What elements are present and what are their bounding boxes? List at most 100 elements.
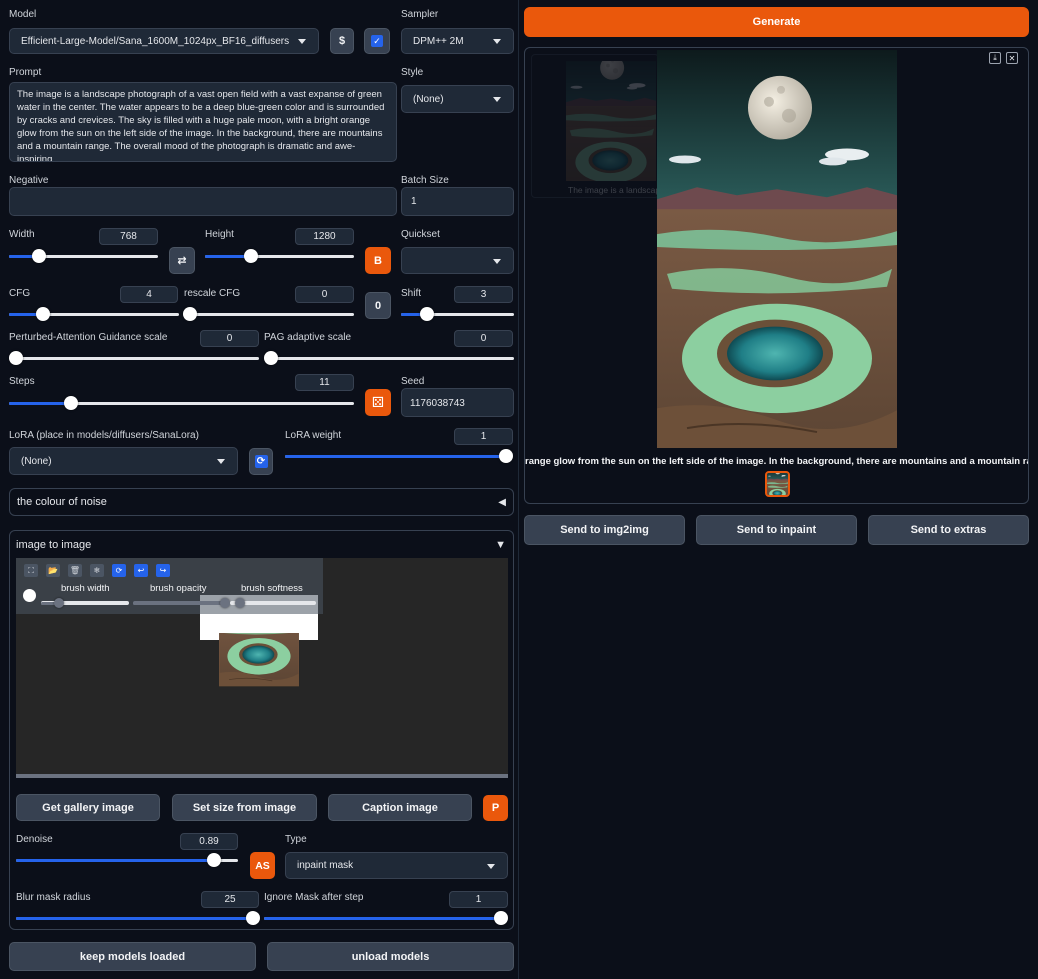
generated-image[interactable] xyxy=(657,50,897,448)
brush-color-swatch[interactable] xyxy=(23,589,36,602)
fullscreen-icon[interactable]: ⛶ xyxy=(24,564,38,577)
send-to-inpaint-button[interactable]: Send to inpaint xyxy=(696,515,857,545)
rescale-cfg-number[interactable]: 0 xyxy=(295,286,354,303)
sampler-label: Sampler xyxy=(401,9,439,20)
slider-thumb[interactable] xyxy=(31,249,46,263)
blur-mask-label: Blur mask radius xyxy=(16,892,91,903)
quickset-dropdown[interactable] xyxy=(401,247,514,274)
folder-icon[interactable]: 📂 xyxy=(46,564,60,577)
slider-thumb[interactable] xyxy=(494,911,508,925)
slider-thumb[interactable] xyxy=(499,449,513,463)
lora-weight-number[interactable]: 1 xyxy=(454,428,513,445)
ignore-mask-label: Ignore Mask after step xyxy=(264,892,364,903)
slider-thumb[interactable] xyxy=(9,351,23,365)
ignore-mask-slider[interactable] xyxy=(264,910,508,926)
checkbox-container[interactable]: ✓ xyxy=(364,28,390,54)
prompt-textarea[interactable] xyxy=(9,82,397,162)
shift-number[interactable]: 3 xyxy=(454,286,513,303)
lora-weight-label: LoRA weight xyxy=(285,430,342,441)
brush-opacity-slider[interactable] xyxy=(133,595,230,611)
collapse-arrow-icon[interactable]: ◀ xyxy=(498,497,506,508)
shift-slider[interactable] xyxy=(401,306,514,322)
slider-thumb[interactable] xyxy=(264,351,278,365)
denoise-number[interactable]: 0.89 xyxy=(180,833,238,850)
steps-label: Steps xyxy=(9,376,35,387)
expand-arrow-icon[interactable]: ▼ xyxy=(495,539,506,551)
download-icon[interactable]: ⤓ xyxy=(989,52,1001,64)
lora-weight-slider[interactable] xyxy=(285,448,513,464)
slider-thumb[interactable] xyxy=(235,598,245,608)
close-icon[interactable]: ✕ xyxy=(1006,52,1018,64)
trash-icon[interactable]: 🗑 xyxy=(68,564,82,577)
gallery-thumbnail-selected[interactable] xyxy=(765,471,790,497)
refresh-icon[interactable]: ⟳ xyxy=(112,564,126,577)
send-to-extras-button[interactable]: Send to extras xyxy=(868,515,1029,545)
prompt-label: Prompt xyxy=(9,67,42,78)
denoise-slider[interactable] xyxy=(16,852,238,868)
canvas-scrollbar[interactable] xyxy=(16,774,508,778)
caption-image-button[interactable]: Caption image xyxy=(328,794,472,821)
as-button[interactable]: AS xyxy=(250,852,275,879)
random-seed-button[interactable]: ⚄ xyxy=(365,389,391,416)
zero-button[interactable]: 0 xyxy=(365,292,391,319)
style-dropdown[interactable]: (None) xyxy=(401,85,514,113)
negative-textarea[interactable] xyxy=(9,187,397,216)
get-gallery-image-button[interactable]: Get gallery image xyxy=(16,794,160,821)
batch-size-input[interactable]: 1 xyxy=(401,187,514,216)
gallery-thumbnail-faded[interactable]: The image is a landscape xyxy=(531,54,659,198)
keep-models-loaded-button[interactable]: keep models loaded xyxy=(9,942,256,971)
slider-thumb[interactable] xyxy=(419,307,434,321)
undo-icon[interactable]: ↩ xyxy=(134,564,148,577)
swap-dimensions-button[interactable]: ⇄ xyxy=(169,247,195,274)
lora-dropdown[interactable]: (None) xyxy=(9,447,238,475)
slider-thumb[interactable] xyxy=(244,249,259,263)
slider-thumb[interactable] xyxy=(36,307,50,321)
lora-refresh-button[interactable]: ⟳ xyxy=(249,448,273,475)
slider-thumb[interactable] xyxy=(64,396,79,410)
slider-thumb[interactable] xyxy=(183,307,197,321)
steps-slider[interactable] xyxy=(9,395,354,411)
rescale-cfg-slider[interactable] xyxy=(183,306,354,322)
height-slider[interactable] xyxy=(205,248,354,264)
noise-accordion[interactable]: the colour of noise ◀ xyxy=(9,488,514,516)
blur-mask-slider[interactable] xyxy=(16,910,260,926)
slider-thumb[interactable] xyxy=(53,598,64,608)
pag-adaptive-number[interactable]: 0 xyxy=(454,330,513,347)
pag-adaptive-slider[interactable] xyxy=(264,350,514,366)
pag-scale-number[interactable]: 0 xyxy=(200,330,259,347)
slider-thumb[interactable] xyxy=(220,598,230,608)
blur-mask-number[interactable]: 25 xyxy=(201,891,259,908)
cfg-slider[interactable] xyxy=(9,306,179,322)
generate-button[interactable]: Generate xyxy=(524,7,1029,37)
seed-input[interactable]: 1176038743 xyxy=(401,388,514,417)
steps-number[interactable]: 11 xyxy=(295,374,354,391)
img2img-accordion-label[interactable]: image to image xyxy=(16,539,91,551)
model-dropdown[interactable]: Efficient-Large-Model/Sana_1600M_1024px_… xyxy=(9,28,319,54)
width-number[interactable]: 768 xyxy=(99,228,158,245)
sampler-dropdown[interactable]: DPM++ 2M xyxy=(401,28,514,54)
set-size-from-image-button[interactable]: Set size from image xyxy=(172,794,317,821)
p-button[interactable]: P xyxy=(483,795,508,821)
brush-width-slider[interactable] xyxy=(41,595,129,611)
ignore-mask-number[interactable]: 1 xyxy=(449,891,508,908)
brush-softness-slider[interactable] xyxy=(230,595,316,611)
check-icon[interactable]: ✓ xyxy=(371,35,383,47)
brush-width-label: brush width xyxy=(61,583,110,594)
style-value: (None) xyxy=(413,93,444,105)
snowflake-icon[interactable]: ❄ xyxy=(90,564,104,577)
lora-value: (None) xyxy=(21,455,52,467)
dollar-button[interactable]: $ xyxy=(330,28,354,54)
unload-models-button[interactable]: unload models xyxy=(267,942,514,971)
cfg-number[interactable]: 4 xyxy=(120,286,178,303)
inpaint-canvas[interactable]: ⛶ 📂 🗑 ❄ ⟳ ↩ ↪ brush width brush opacity … xyxy=(16,558,508,778)
width-slider[interactable] xyxy=(9,248,158,264)
height-number[interactable]: 1280 xyxy=(295,228,354,245)
send-to-img2img-button[interactable]: Send to img2img xyxy=(524,515,685,545)
pag-scale-slider[interactable] xyxy=(9,350,259,366)
slider-thumb[interactable] xyxy=(246,911,260,925)
b-button[interactable]: B xyxy=(365,247,391,274)
redo-icon[interactable]: ↪ xyxy=(156,564,170,577)
type-dropdown[interactable]: inpaint mask xyxy=(285,852,508,879)
quickset-label: Quickset xyxy=(401,229,440,240)
slider-thumb[interactable] xyxy=(206,853,221,867)
